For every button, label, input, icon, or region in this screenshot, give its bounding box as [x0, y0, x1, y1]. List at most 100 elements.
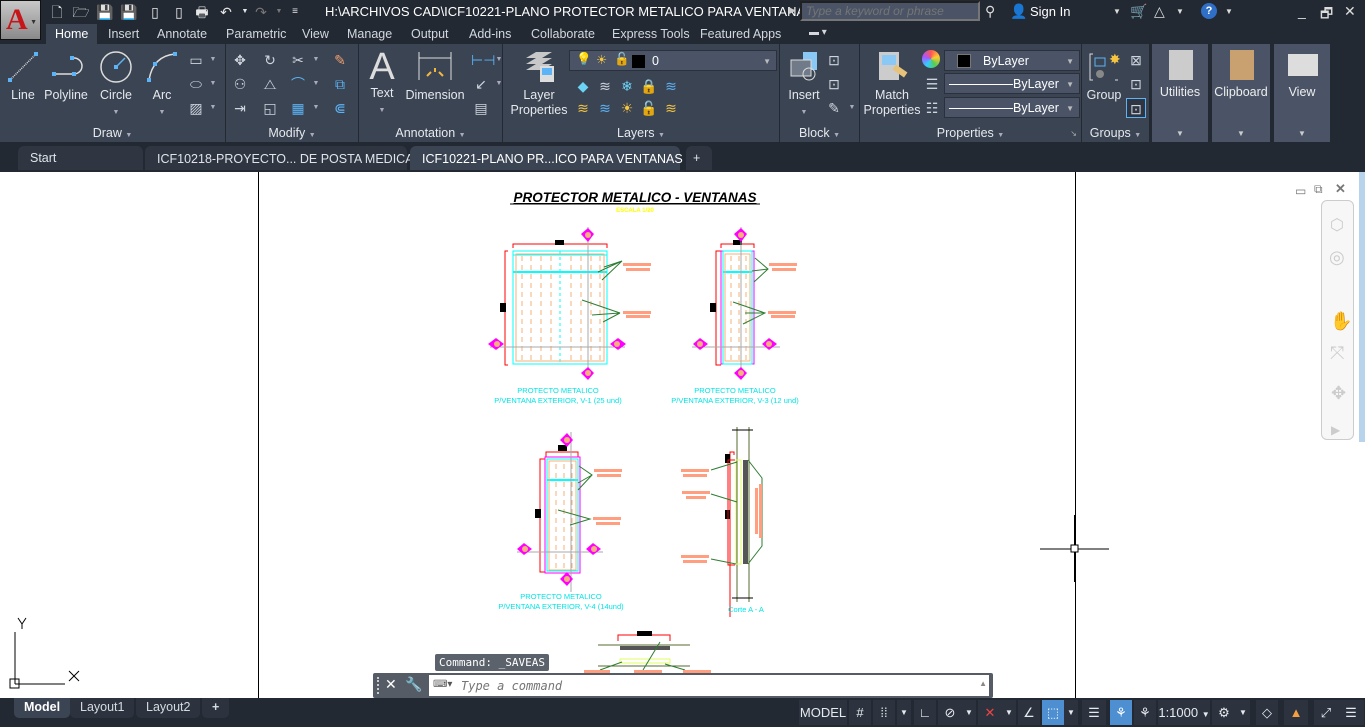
dimension-button[interactable]: Dimension	[405, 50, 465, 103]
move-icon[interactable]: ✥	[230, 50, 250, 70]
polyline-button[interactable]: Polyline	[43, 50, 89, 103]
clipboard-panel[interactable]: Clipboard ▼	[1212, 44, 1272, 142]
restore-icon[interactable]: 🗗	[1320, 3, 1333, 27]
doc-tab-posta-medica[interactable]: ICF10218-PROYECTO... DE POSTA MEDICA*✕	[145, 146, 437, 170]
group-edit-icon[interactable]: ⊡	[1126, 74, 1146, 94]
isolate-objects-icon[interactable]: ◇	[1256, 700, 1278, 725]
new-icon[interactable]: 🗋	[48, 3, 66, 21]
isodraft-dropdown-icon[interactable]: ▼	[1002, 700, 1016, 725]
workspace-gear-icon[interactable]: ⚙	[1212, 700, 1236, 725]
utilities-panel[interactable]: Utilities ▼	[1152, 44, 1210, 142]
thaw-all-layers-icon[interactable]: ☀	[617, 98, 637, 118]
binoculars-icon[interactable]: ⚲	[985, 3, 995, 20]
model-space-toggle[interactable]: MODEL	[799, 700, 847, 725]
ortho-icon[interactable]: ∟	[914, 700, 936, 725]
ellipse-dropdown-icon[interactable]: ▼	[203, 74, 223, 94]
isodraft-icon[interactable]: ✕	[978, 700, 1002, 725]
tab-model[interactable]: Model	[14, 698, 71, 718]
pan-icon[interactable]: ✋	[1330, 311, 1352, 332]
layer-lock-icon[interactable]: 🔒	[639, 76, 659, 96]
tab-view[interactable]: View	[293, 24, 338, 44]
command-line-grip[interactable]	[377, 677, 381, 694]
trim-dropdown-icon[interactable]: ▼	[306, 50, 326, 70]
arc-dropdown-icon[interactable]: ▼	[159, 109, 166, 116]
tab-add-ins[interactable]: Add-ins	[460, 24, 520, 44]
fillet-dropdown-icon[interactable]: ▼	[306, 74, 326, 94]
leader-icon[interactable]: ↙	[471, 74, 491, 94]
fillet-icon[interactable]: ⌒	[288, 74, 308, 94]
match-layer-icon[interactable]: ≋	[661, 76, 681, 96]
search-expand-icon[interactable]: ▶	[789, 5, 796, 16]
save-as-icon[interactable]: 💾	[120, 3, 138, 21]
sign-in-dropdown-icon[interactable]: ▼	[1113, 7, 1121, 16]
close-command-line-icon[interactable]: ✕	[385, 676, 397, 693]
lineweight-dropdown[interactable]: ByLayer ▼	[944, 73, 1080, 94]
application-menu-button[interactable]: A ▼	[0, 0, 41, 40]
properties-dialog-launcher-icon[interactable]: ↘	[1070, 129, 1077, 138]
draw-panel-title[interactable]: Draw ▼	[0, 126, 225, 140]
tab-insert[interactable]: Insert	[99, 24, 148, 44]
create-block-icon[interactable]: ⊡	[824, 50, 844, 70]
turn-all-layers-on-icon[interactable]: ≋	[573, 98, 593, 118]
close-icon[interactable]: ✕	[1344, 3, 1356, 20]
array-dropdown-icon[interactable]: ▼	[306, 98, 326, 118]
explode-icon[interactable]: ⧉	[330, 74, 350, 94]
redo-icon[interactable]: ↷	[252, 3, 270, 21]
make-current-icon[interactable]: ≋	[595, 76, 615, 96]
tab-home[interactable]: Home	[46, 24, 98, 44]
viewport-close-icon[interactable]: ✕	[1335, 181, 1346, 197]
new-tab-button[interactable]: +	[686, 146, 712, 170]
drawing-canvas[interactable]: PROTECTOR METALICO - VENTANAS ESCALA 1/2…	[0, 172, 1365, 698]
customize-quick-access-icon[interactable]: ≡	[286, 3, 304, 21]
viewport-restore-icon[interactable]: ⧉	[1314, 182, 1323, 197]
polar-tracking-icon[interactable]: ⊘	[938, 700, 962, 725]
table-icon[interactable]: ▤	[471, 98, 491, 118]
doc-tab-start[interactable]: Start	[18, 146, 143, 170]
viewport-minimize-icon[interactable]: ▭	[1295, 184, 1306, 198]
erase-icon[interactable]: ✎	[330, 50, 350, 70]
tab-output[interactable]: Output	[402, 24, 458, 44]
tab-layout1[interactable]: Layout1	[70, 698, 135, 718]
object-snap-icon[interactable]: ⬚	[1042, 700, 1064, 725]
command-history-toggle-icon[interactable]: ▲	[979, 679, 987, 688]
tab-annotate[interactable]: Annotate	[148, 24, 216, 44]
undo-icon[interactable]: ↶	[217, 3, 235, 21]
recent-commands-icon[interactable]: ⌨▾	[433, 679, 452, 690]
arc-button[interactable]: Arc ▼	[144, 50, 180, 120]
viewcube-icon[interactable]: ⬡	[1330, 215, 1344, 235]
copy-icon[interactable]: ⚇	[230, 74, 250, 94]
showmotion-icon[interactable]: ▶	[1331, 423, 1340, 437]
trim-icon[interactable]: ✂	[288, 50, 308, 70]
minimize-icon[interactable]: _	[1298, 3, 1306, 19]
layer-unlock-all-icon[interactable]: 🔓	[639, 98, 659, 118]
text-button[interactable]: A Text ▼	[365, 48, 399, 118]
hatch-dropdown-icon[interactable]: ▼	[203, 98, 223, 118]
scale-icon[interactable]: ◱	[260, 98, 280, 118]
layer-off-icon[interactable]: ◆	[573, 76, 593, 96]
match-properties-button[interactable]: Match Properties	[862, 50, 922, 118]
tab-express-tools[interactable]: Express Tools	[603, 24, 699, 44]
help-icon[interactable]: ?	[1201, 3, 1217, 19]
tab-featured-apps[interactable]: Featured Apps	[691, 24, 790, 44]
help-dropdown-icon[interactable]: ▼	[1225, 7, 1233, 16]
save-icon[interactable]: 💾	[96, 3, 114, 21]
circle-button[interactable]: Circle ▼	[97, 50, 135, 120]
offset-icon[interactable]: ⋐	[330, 98, 350, 118]
insert-button[interactable]: Insert ▼	[784, 50, 824, 120]
doc-tab-protector-metalico[interactable]: ICF10221-PLANO PR...ICO PARA VENTANAS✕	[410, 146, 701, 170]
view-panel[interactable]: View ▼	[1274, 44, 1332, 142]
linear-dimension-icon[interactable]: ⊢⊣	[471, 50, 495, 70]
customize-wrench-icon[interactable]: 🔧	[405, 676, 422, 693]
ungroup-icon[interactable]: ⊠	[1126, 50, 1146, 70]
new-layout-button[interactable]: +	[202, 698, 230, 718]
snap-dropdown-icon[interactable]: ▼	[897, 700, 911, 725]
layer-previous-icon[interactable]: ≋	[595, 98, 615, 118]
polar-dropdown-icon[interactable]: ▼	[962, 700, 976, 725]
edit-attributes-icon[interactable]: ✎	[824, 98, 844, 118]
sign-in-button[interactable]: Sign In	[1030, 4, 1070, 19]
rectangle-dropdown-icon[interactable]: ▼	[203, 50, 223, 70]
open-web-mobile-icon[interactable]: ▯	[146, 3, 164, 21]
vertical-scrollbar[interactable]	[1359, 172, 1365, 442]
layer-properties-button[interactable]: Layer Properties	[509, 50, 569, 118]
properties-panel-title[interactable]: Properties ▼	[860, 126, 1081, 140]
